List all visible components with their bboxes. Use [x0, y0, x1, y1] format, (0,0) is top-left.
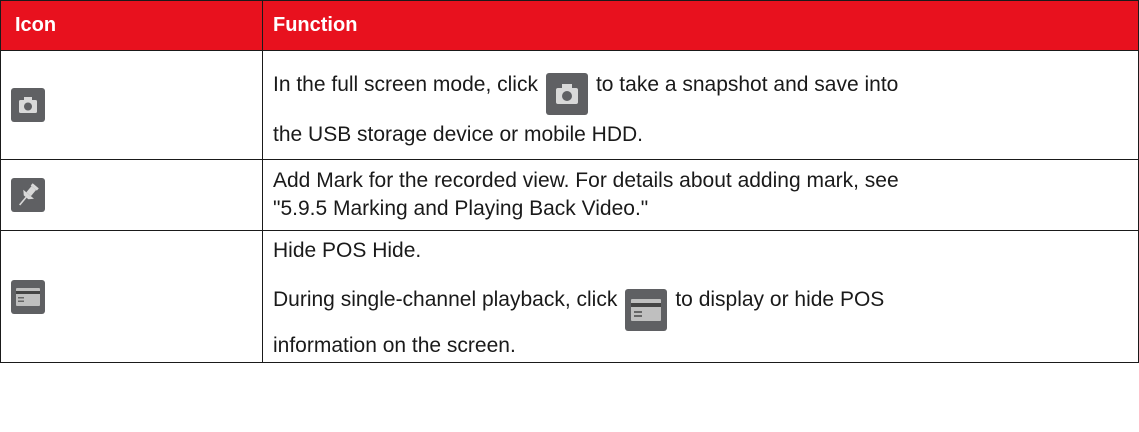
pin-icon	[11, 178, 45, 212]
function-cell: Hide POS Hide. During single-channel pla…	[262, 230, 1139, 363]
text-line: "5.9.5 Marking and Playing Back Video."	[273, 197, 649, 220]
header-function: Function	[262, 0, 1139, 51]
function-cell: Add Mark for the recorded view. For deta…	[262, 159, 1139, 231]
camera-icon	[545, 73, 588, 115]
icon-cell	[0, 159, 263, 231]
text-line: the USB storage device or mobile HDD.	[273, 123, 643, 146]
text-line: information on the screen.	[273, 333, 516, 357]
table-row: Add Mark for the recorded view. For deta…	[0, 159, 1139, 231]
camera-icon	[11, 88, 45, 122]
icon-function-table: Icon Function In the full screen mode, c…	[0, 0, 1139, 363]
text-segment: In the full screen mode, click	[273, 73, 538, 96]
header-icon: Icon	[0, 0, 263, 51]
table-row: Hide POS Hide. During single-channel pla…	[0, 230, 1139, 363]
pos-card-icon	[625, 288, 668, 331]
function-cell: In the full screen mode, click to take a …	[262, 50, 1139, 160]
text-line: During single-channel playback, click to …	[273, 269, 1130, 331]
text-segment: to display or hide POS	[675, 287, 885, 311]
table-header-row: Icon Function	[0, 0, 1139, 51]
icon-cell	[0, 230, 263, 363]
text-segment: During single-channel playback, click	[273, 287, 618, 311]
text-line: In the full screen mode, click to take a …	[273, 55, 1130, 115]
pos-card-icon	[11, 279, 45, 314]
text-line: Hide POS Hide.	[273, 238, 422, 262]
text-segment: to take a snapshot and save into	[595, 73, 899, 96]
text-line: Add Mark for the recorded view. For deta…	[273, 169, 899, 192]
icon-cell	[0, 50, 263, 160]
table-row: In the full screen mode, click to take a …	[0, 50, 1139, 160]
